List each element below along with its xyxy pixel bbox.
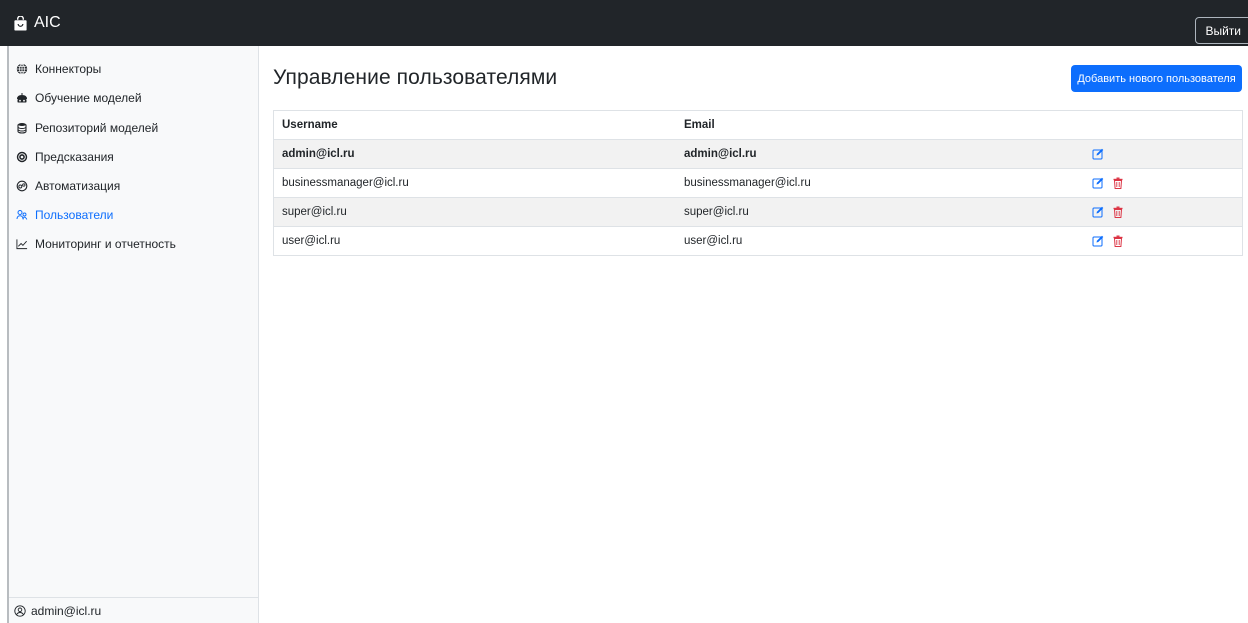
target-icon xyxy=(16,151,28,163)
table-row: businessmanager@icl.ru businessmanager@i… xyxy=(274,169,1242,198)
table-row: super@icl.ru super@icl.ru xyxy=(274,198,1242,227)
users-icon xyxy=(16,209,28,221)
trash-icon[interactable] xyxy=(1112,206,1124,218)
sidebar: Коннекторы Обучение моделей Репозиторий … xyxy=(7,46,259,623)
current-user-label: admin@icl.ru xyxy=(31,603,102,618)
table-header: Username Email xyxy=(274,111,1242,140)
username-cell: user@icl.ru xyxy=(282,235,341,247)
username-cell: admin@icl.ru xyxy=(282,148,355,160)
sidebar-item-label: Мониторинг и отчетность xyxy=(35,237,176,251)
users-table: Username Email admin@icl.ru admin@icl.ru… xyxy=(273,110,1243,256)
email-cell: super@icl.ru xyxy=(684,206,749,218)
sidebar-item-label: Коннекторы xyxy=(35,62,102,76)
table-row: user@icl.ru user@icl.ru xyxy=(274,227,1242,256)
actions-cell xyxy=(1092,206,1242,218)
sidebar-item-label: Автоматизация xyxy=(35,179,121,193)
page-title: Управление пользователями xyxy=(273,66,558,89)
sidebar-item-label: Пользователи xyxy=(35,208,114,222)
sidebar-item-predictions[interactable]: Предсказания xyxy=(16,150,114,164)
username-cell: super@icl.ru xyxy=(282,206,347,218)
trash-icon[interactable] xyxy=(1112,235,1124,247)
current-user: admin@icl.ru xyxy=(9,597,258,623)
edit-icon[interactable] xyxy=(1092,206,1104,218)
add-user-button[interactable]: Добавить нового пользователя xyxy=(1071,65,1242,92)
sidebar-item-label: Репозиторий моделей xyxy=(35,121,159,135)
sidebar-item-monitoring[interactable]: Мониторинг и отчетность xyxy=(16,237,176,251)
email-cell: admin@icl.ru xyxy=(684,148,757,160)
column-header-username: Username xyxy=(282,119,338,131)
gears-icon xyxy=(16,180,28,192)
table-row: admin@icl.ru admin@icl.ru xyxy=(274,140,1242,169)
sidebar-item-model-training[interactable]: Обучение моделей xyxy=(16,91,142,105)
sidebar-item-model-repository[interactable]: Репозиторий моделей xyxy=(16,121,158,135)
username-cell: businessmanager@icl.ru xyxy=(282,177,409,189)
edit-icon[interactable] xyxy=(1092,148,1104,160)
actions-cell xyxy=(1092,177,1242,189)
globe-icon xyxy=(16,63,28,75)
email-cell: businessmanager@icl.ru xyxy=(684,177,811,189)
column-header-email: Email xyxy=(684,119,715,131)
brand[interactable]: AIC xyxy=(13,14,61,32)
user-circle-icon xyxy=(14,604,26,617)
sidebar-item-label: Обучение моделей xyxy=(35,91,142,105)
robot-icon xyxy=(16,92,28,104)
actions-cell xyxy=(1092,148,1242,160)
chart-line-icon xyxy=(16,238,28,250)
shopping-bag-icon xyxy=(14,15,27,31)
actions-cell xyxy=(1092,235,1242,247)
sidebar-item-connectors[interactable]: Коннекторы xyxy=(16,62,101,76)
logout-button[interactable]: Выйти xyxy=(1195,17,1248,44)
sidebar-item-users[interactable]: Пользователи xyxy=(16,208,113,222)
top-navbar: AIC Выйти xyxy=(0,0,1248,46)
trash-icon[interactable] xyxy=(1112,177,1124,189)
database-icon xyxy=(16,122,28,134)
brand-label: AIC xyxy=(34,14,61,31)
email-cell: user@icl.ru xyxy=(684,235,743,247)
sidebar-item-label: Предсказания xyxy=(35,150,114,164)
edit-icon[interactable] xyxy=(1092,177,1104,189)
edit-icon[interactable] xyxy=(1092,235,1104,247)
sidebar-item-automation[interactable]: Автоматизация xyxy=(16,179,120,193)
